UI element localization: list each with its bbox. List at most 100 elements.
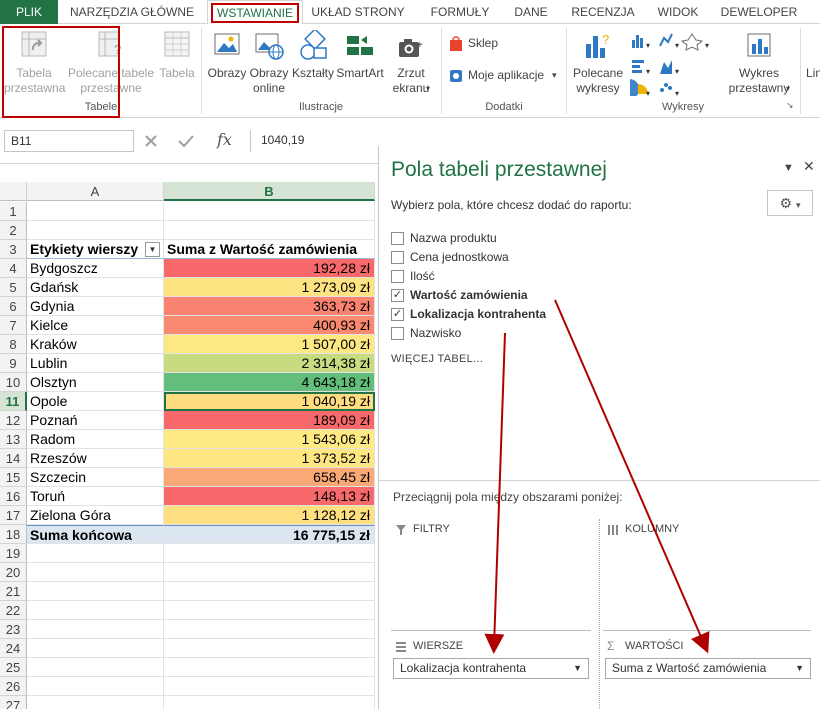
- cell-a[interactable]: Bydgoszcz: [27, 259, 164, 278]
- row-header[interactable]: 17: [0, 506, 27, 525]
- name-box[interactable]: B11: [4, 130, 134, 152]
- insert-function-icon[interactable]: fx: [217, 130, 232, 149]
- row-header[interactable]: 27: [0, 696, 27, 709]
- cell-b[interactable]: 1 373,52 zł: [164, 449, 375, 468]
- tab-review[interactable]: RECENZJA: [565, 0, 641, 24]
- close-icon[interactable]: ✕: [803, 158, 815, 175]
- row-header[interactable]: 15: [0, 468, 27, 487]
- field-checkbox[interactable]: [391, 270, 404, 283]
- row-header[interactable]: 14: [0, 449, 27, 468]
- row-header[interactable]: 12: [0, 411, 27, 430]
- cell-a[interactable]: Gdynia: [27, 297, 164, 316]
- tab-home[interactable]: NARZĘDZIA GŁÓWNE: [62, 0, 202, 24]
- row-header[interactable]: 23: [0, 620, 27, 639]
- more-tables-link[interactable]: WIĘCEJ TABEL...: [391, 353, 483, 365]
- row-header[interactable]: 7: [0, 316, 27, 335]
- field-item[interactable]: Cena jednostkowa: [391, 249, 791, 267]
- row-header[interactable]: 26: [0, 677, 27, 696]
- field-checkbox[interactable]: ✓: [391, 289, 404, 302]
- row-header[interactable]: 22: [0, 601, 27, 620]
- cell-a[interactable]: [27, 221, 164, 240]
- field-checkbox[interactable]: [391, 251, 404, 264]
- cell-a[interactable]: Kielce: [27, 316, 164, 335]
- cell-b[interactable]: [164, 563, 375, 582]
- cell-b[interactable]: 658,45 zł: [164, 468, 375, 487]
- pane-settings-button[interactable]: ⚙ ▾: [767, 190, 813, 216]
- cell-b[interactable]: [164, 639, 375, 658]
- cell-a[interactable]: Kraków: [27, 335, 164, 354]
- enter-icon[interactable]: [177, 133, 195, 149]
- chart-types-icon[interactable]: ▾ ▾ ▾ ▾ ▾ ▾ ▾: [630, 30, 716, 96]
- field-item[interactable]: ✓ Lokalizacja kontrahenta: [391, 306, 791, 324]
- cell-b[interactable]: 1 040,19 zł: [164, 392, 375, 411]
- cell-b[interactable]: [164, 658, 375, 677]
- field-checkbox[interactable]: ✓: [391, 308, 404, 321]
- cell-a[interactable]: Zielona Góra: [27, 506, 164, 525]
- cell-a[interactable]: [27, 639, 164, 658]
- row-header[interactable]: 21: [0, 582, 27, 601]
- cell-a[interactable]: Rzeszów: [27, 449, 164, 468]
- tab-insert[interactable]: WSTAWIANIE: [207, 0, 303, 25]
- cell-b[interactable]: [164, 202, 375, 221]
- row-header[interactable]: 19: [0, 544, 27, 563]
- row-header[interactable]: 4: [0, 259, 27, 278]
- cell-b[interactable]: 4 643,18 zł: [164, 373, 375, 392]
- cell-a[interactable]: [27, 696, 164, 709]
- field-item[interactable]: Nazwisko: [391, 325, 791, 343]
- cell-a[interactable]: Radom: [27, 430, 164, 449]
- cell-b[interactable]: 148,13 zł: [164, 487, 375, 506]
- cell-b[interactable]: [164, 677, 375, 696]
- row-header[interactable]: 11: [0, 392, 27, 411]
- row-header[interactable]: 6: [0, 297, 27, 316]
- cell-b[interactable]: [164, 696, 375, 709]
- cell-a[interactable]: [27, 677, 164, 696]
- cell-b[interactable]: 192,28 zł: [164, 259, 375, 278]
- cell-b[interactable]: [164, 620, 375, 639]
- row-header[interactable]: 13: [0, 430, 27, 449]
- select-all-corner[interactable]: [0, 182, 27, 201]
- tab-page-layout[interactable]: UKŁAD STRONY: [308, 0, 408, 24]
- cell-b[interactable]: [164, 582, 375, 601]
- pane-menu-icon[interactable]: ▼: [783, 162, 794, 174]
- grand-total-value[interactable]: 16 775,15 zł: [164, 525, 375, 544]
- cell-a[interactable]: Poznań: [27, 411, 164, 430]
- cell-a[interactable]: Szczecin: [27, 468, 164, 487]
- values-field-chip[interactable]: Suma z Wartość zamówienia ▼: [605, 658, 811, 679]
- cell-a[interactable]: [27, 202, 164, 221]
- field-item[interactable]: Nazwa produktu: [391, 230, 791, 248]
- cell-b[interactable]: 1 543,06 zł: [164, 430, 375, 449]
- cell-a[interactable]: [27, 582, 164, 601]
- row-labels-header[interactable]: Etykiety wierszy: [27, 240, 164, 259]
- cell-b[interactable]: 363,73 zł: [164, 297, 375, 316]
- cell-b[interactable]: [164, 221, 375, 240]
- cell-a[interactable]: [27, 601, 164, 620]
- cancel-icon[interactable]: [143, 133, 159, 149]
- row-header[interactable]: 2: [0, 221, 27, 240]
- tab-file[interactable]: PLIK: [0, 0, 58, 24]
- cell-b[interactable]: 1 507,00 zł: [164, 335, 375, 354]
- cell-b[interactable]: 1 273,09 zł: [164, 278, 375, 297]
- tab-developer[interactable]: DEWELOPER: [714, 0, 804, 24]
- row-header[interactable]: 24: [0, 639, 27, 658]
- cell-a[interactable]: [27, 544, 164, 563]
- row-header[interactable]: 10: [0, 373, 27, 392]
- row-filter-dropdown-icon[interactable]: ▼: [145, 242, 160, 257]
- grand-total-label[interactable]: Suma końcowa: [27, 525, 164, 544]
- cell-a[interactable]: Lublin: [27, 354, 164, 373]
- field-item[interactable]: ✓ Wartość zamówienia: [391, 287, 791, 305]
- cell-a[interactable]: [27, 658, 164, 677]
- row-header[interactable]: 1: [0, 202, 27, 221]
- field-checkbox[interactable]: [391, 232, 404, 245]
- cell-a[interactable]: [27, 563, 164, 582]
- rows-field-chip[interactable]: Lokalizacja kontrahenta ▼: [393, 658, 589, 679]
- tab-view[interactable]: WIDOK: [650, 0, 706, 24]
- tab-formulas[interactable]: FORMUŁY: [420, 0, 500, 24]
- cell-a[interactable]: Olsztyn: [27, 373, 164, 392]
- values-header[interactable]: Suma z Wartość zamówienia: [164, 240, 375, 259]
- column-header-a[interactable]: A: [27, 182, 164, 201]
- cell-b[interactable]: [164, 601, 375, 620]
- row-header[interactable]: 25: [0, 658, 27, 677]
- cell-b[interactable]: 1 128,12 zł: [164, 506, 375, 525]
- cell-a[interactable]: Toruń: [27, 487, 164, 506]
- row-header[interactable]: 18: [0, 525, 27, 544]
